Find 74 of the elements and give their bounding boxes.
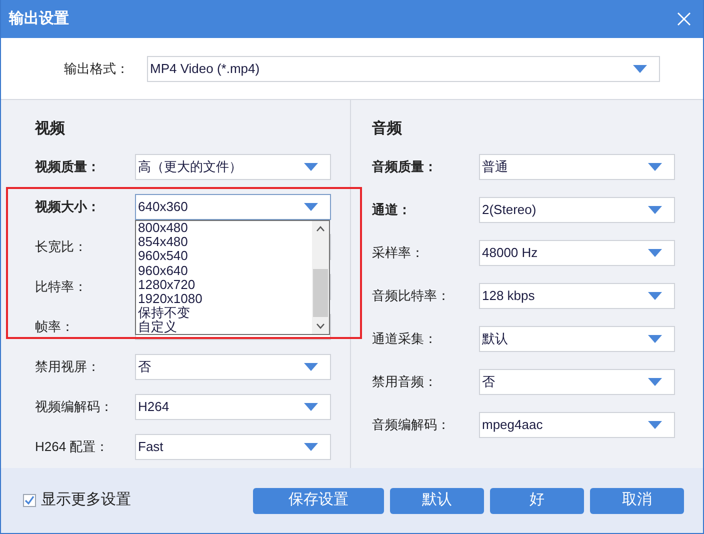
list-option[interactable]: 自定义: [138, 320, 312, 334]
select-value: H264: [138, 398, 170, 416]
dialog-button[interactable]: 好: [490, 488, 584, 514]
list-option[interactable]: 800x480: [138, 221, 312, 236]
dropdown-arrow-icon: [648, 292, 662, 300]
select-value: 否: [482, 373, 495, 392]
select-value: 普通: [482, 158, 508, 176]
list-option[interactable]: 1920x1080: [138, 292, 312, 306]
dropdown-arrow-icon: [648, 163, 662, 171]
dialog-button[interactable]: 取消: [590, 488, 684, 514]
field-label: 通道：: [372, 201, 412, 220]
field-label: 音频比特率：: [372, 287, 451, 306]
dropdown-select[interactable]: 否: [479, 369, 675, 395]
dropdown-select[interactable]: 2(Stereo): [479, 197, 675, 223]
dropdown-select[interactable]: Fast: [135, 434, 331, 460]
select-value: Fast: [138, 438, 164, 456]
select-value: 高（更大的文件）: [138, 158, 242, 176]
dialog-button[interactable]: 保存设置: [253, 488, 384, 514]
dropdown-select[interactable]: mpeg4aac: [479, 412, 675, 438]
field-label: 音频编解码：: [372, 416, 451, 434]
dropdown-arrow-icon: [304, 403, 318, 411]
field-label: H264 配置：: [35, 438, 110, 456]
dialog-button[interactable]: 默认: [390, 488, 484, 514]
dropdown-select[interactable]: 默认: [479, 326, 675, 352]
section-heading: 视频: [35, 119, 66, 139]
dropdown-select[interactable]: 640x360: [135, 194, 331, 220]
dropdown-arrow-icon: [304, 443, 318, 451]
dropdown-select[interactable]: 高（更大的文件）: [135, 154, 331, 180]
dropdown-arrow-icon: [304, 203, 318, 211]
dropdown-arrow-icon: [633, 64, 647, 72]
field-label: 采样率：: [372, 244, 425, 262]
dropdown-arrow-icon: [304, 163, 318, 171]
field-label: 禁用音频：: [372, 373, 438, 392]
dropdown-select[interactable]: H264: [135, 394, 331, 420]
field-label: 比特率：: [35, 278, 88, 296]
section-heading: 音频: [372, 119, 403, 139]
select-value: mpeg4aac: [482, 416, 543, 434]
select-value: 640x360: [138, 198, 188, 216]
close-icon[interactable]: [677, 12, 691, 26]
field-label: 帧率：: [35, 318, 75, 336]
dropdown-select[interactable]: 128 kbps: [479, 283, 675, 309]
dropdown-arrow-icon: [648, 206, 662, 214]
dropdown-select[interactable]: 普通: [479, 154, 675, 180]
dropdown-select[interactable]: 否: [135, 354, 331, 380]
list-option[interactable]: 保持不变: [138, 306, 312, 320]
dropdown-arrow-icon: [648, 378, 662, 386]
field-label: 视频编解码：: [35, 398, 114, 416]
dropdown-arrow-icon: [648, 249, 662, 257]
field-label: 通道采集：: [372, 330, 438, 348]
dropdown-arrow-icon: [304, 363, 318, 371]
list-option[interactable]: 854x480: [138, 235, 312, 250]
dropdown-select[interactable]: 48000 Hz: [479, 240, 675, 266]
scrollbar[interactable]: [312, 221, 329, 334]
field-label: 长宽比：: [35, 238, 88, 256]
field-label: 音频质量：: [372, 158, 438, 176]
list-option[interactable]: 1280x720: [138, 278, 312, 292]
field-label: 禁用视屏：: [35, 358, 101, 376]
list-option[interactable]: 960x540: [138, 249, 312, 264]
list-option[interactable]: 960x640: [138, 264, 312, 278]
dropdown-arrow-icon: [648, 421, 662, 429]
select-value: 否: [138, 358, 151, 376]
window-title: 输出设置: [9, 8, 69, 29]
field-label: 视频质量：: [35, 158, 101, 176]
checkbox[interactable]: [23, 494, 36, 507]
checkbox-label[interactable]: 显示更多设置: [41, 489, 131, 512]
field-label: 输出格式：: [63, 60, 130, 78]
select-value: 2(Stereo): [482, 201, 536, 220]
select-value: MP4 Video (*.mp4): [150, 60, 260, 78]
field-label: 视频大小：: [35, 198, 101, 216]
select-value: 48000 Hz: [482, 244, 538, 262]
dropdown-select[interactable]: MP4 Video (*.mp4): [147, 56, 660, 82]
select-value: 128 kbps: [482, 287, 535, 306]
dropdown-arrow-icon: [648, 335, 662, 343]
select-value: 默认: [482, 330, 508, 348]
